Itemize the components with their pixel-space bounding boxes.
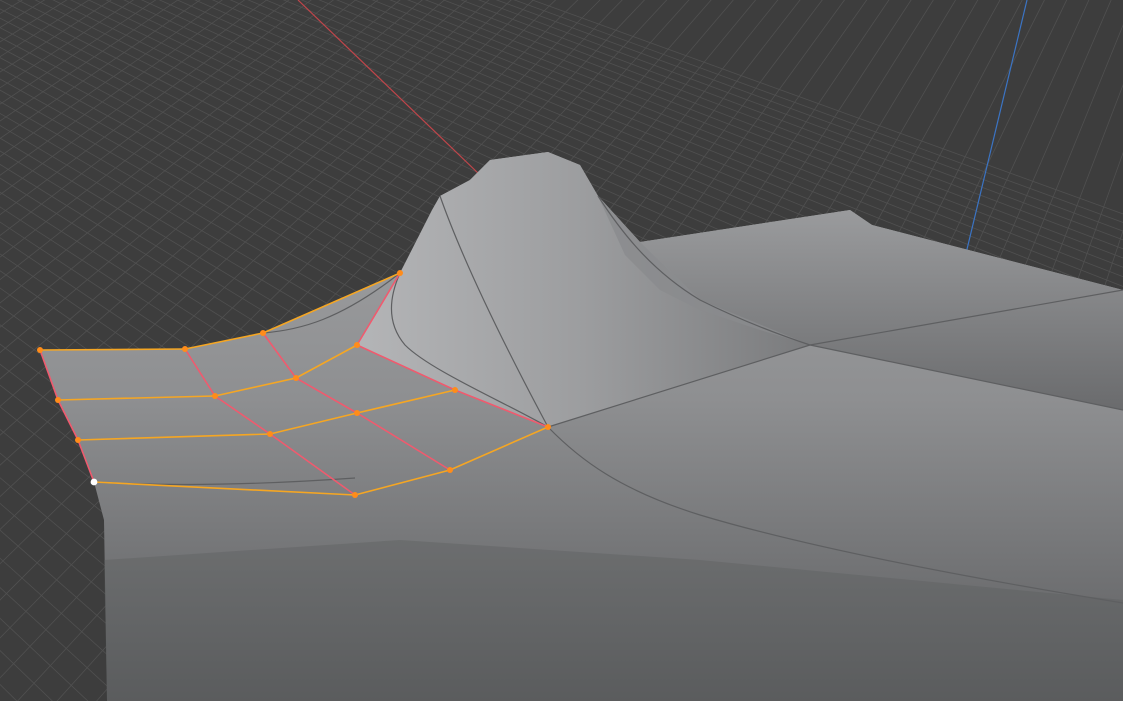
active-vertex[interactable] <box>90 478 98 486</box>
selected-vertex[interactable] <box>293 375 299 381</box>
selected-vertex[interactable] <box>452 387 458 393</box>
z-axis-line <box>961 0 1028 271</box>
selected-vertex[interactable] <box>354 410 360 416</box>
selected-vertex[interactable] <box>182 346 188 352</box>
selected-vertex[interactable] <box>545 424 551 430</box>
selected-vertex[interactable] <box>354 342 360 348</box>
mesh-object[interactable] <box>37 152 1123 701</box>
selected-vertex[interactable] <box>352 492 358 498</box>
selected-vertex[interactable] <box>212 393 218 399</box>
selected-vertex[interactable] <box>75 437 81 443</box>
selected-vertex[interactable] <box>55 397 61 403</box>
selected-vertex[interactable] <box>260 330 266 336</box>
viewport-canvas[interactable] <box>0 0 1123 701</box>
selected-vertex[interactable] <box>447 467 453 473</box>
3d-viewport[interactable] <box>0 0 1123 701</box>
selected-vertex[interactable] <box>397 270 403 276</box>
selected-edge[interactable] <box>39 348 186 351</box>
selected-vertex[interactable] <box>37 347 43 353</box>
selected-vertex[interactable] <box>267 431 273 437</box>
x-axis-line <box>297 0 481 176</box>
